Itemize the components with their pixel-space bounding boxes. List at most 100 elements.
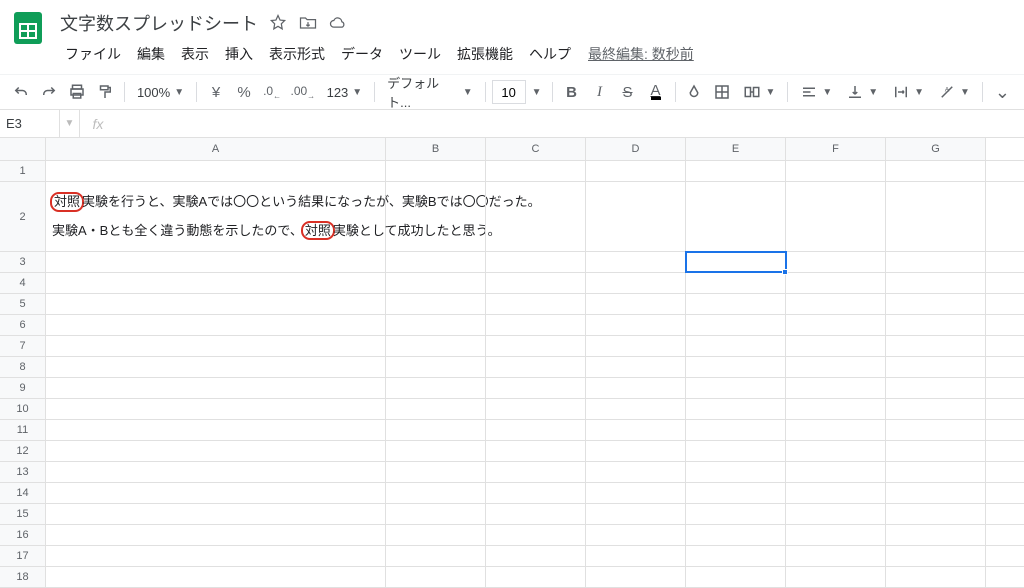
cell-E15[interactable] (686, 504, 786, 524)
doc-title[interactable]: 文字数スプレッドシート (60, 10, 258, 36)
cell-D16[interactable] (586, 525, 686, 545)
row-header-1[interactable]: 1 (0, 161, 46, 181)
cell-E6[interactable] (686, 315, 786, 335)
cell-D13[interactable] (586, 462, 686, 482)
cell-B18[interactable] (386, 567, 486, 587)
cell-G14[interactable] (886, 483, 986, 503)
cell-C11[interactable] (486, 420, 586, 440)
cell-C7[interactable] (486, 336, 586, 356)
cell-B2[interactable] (386, 182, 486, 251)
cell-G7[interactable] (886, 336, 986, 356)
cell-E17[interactable] (686, 546, 786, 566)
select-all-corner[interactable] (0, 138, 46, 160)
spreadsheet-grid[interactable]: A B C D E F G 12対照実験を行うと、実験Aでは〇〇という結果になっ… (0, 138, 1024, 588)
col-header-D[interactable]: D (586, 138, 686, 160)
cell-F3[interactable] (786, 252, 886, 272)
menu-data[interactable]: データ (334, 40, 390, 68)
cell-E9[interactable] (686, 378, 786, 398)
cell-E2[interactable] (686, 182, 786, 251)
col-header-A[interactable]: A (46, 138, 386, 160)
cell-E10[interactable] (686, 399, 786, 419)
cell-B6[interactable] (386, 315, 486, 335)
cell-F18[interactable] (786, 567, 886, 587)
row-header-9[interactable]: 9 (0, 378, 46, 398)
cell-A12[interactable] (46, 441, 386, 461)
last-edit-link[interactable]: 最終編集: 数秒前 (588, 44, 694, 64)
cell-F11[interactable] (786, 420, 886, 440)
row-header-12[interactable]: 12 (0, 441, 46, 461)
cell-E13[interactable] (686, 462, 786, 482)
row-header-14[interactable]: 14 (0, 483, 46, 503)
cell-A1[interactable] (46, 161, 386, 181)
cell-G9[interactable] (886, 378, 986, 398)
cell-D9[interactable] (586, 378, 686, 398)
cell-G10[interactable] (886, 399, 986, 419)
cell-E14[interactable] (686, 483, 786, 503)
cell-D8[interactable] (586, 357, 686, 377)
cell-D5[interactable] (586, 294, 686, 314)
cell-C14[interactable] (486, 483, 586, 503)
row-header-6[interactable]: 6 (0, 315, 46, 335)
font-select[interactable]: デフォルト...▼ (381, 79, 479, 105)
row-header-3[interactable]: 3 (0, 252, 46, 272)
name-box-dropdown-icon[interactable]: ▼ (60, 110, 80, 137)
cell-G6[interactable] (886, 315, 986, 335)
col-header-E[interactable]: E (686, 138, 786, 160)
cell-C10[interactable] (486, 399, 586, 419)
cell-G13[interactable] (886, 462, 986, 482)
cell-A16[interactable] (46, 525, 386, 545)
print-icon[interactable] (64, 79, 90, 105)
cell-E5[interactable] (686, 294, 786, 314)
name-box[interactable]: E3 (0, 110, 60, 137)
cell-D11[interactable] (586, 420, 686, 440)
cell-D3[interactable] (586, 252, 686, 272)
row-header-11[interactable]: 11 (0, 420, 46, 440)
cell-C1[interactable] (486, 161, 586, 181)
sheets-logo[interactable] (8, 8, 48, 48)
menu-help[interactable]: ヘルプ (522, 40, 578, 68)
cell-E8[interactable] (686, 357, 786, 377)
cell-D12[interactable] (586, 441, 686, 461)
row-header-5[interactable]: 5 (0, 294, 46, 314)
cell-C12[interactable] (486, 441, 586, 461)
cell-A11[interactable] (46, 420, 386, 440)
cell-C4[interactable] (486, 273, 586, 293)
cell-F4[interactable] (786, 273, 886, 293)
cell-A3[interactable] (46, 252, 386, 272)
cell-F6[interactable] (786, 315, 886, 335)
cell-B7[interactable] (386, 336, 486, 356)
italic-button[interactable]: I (587, 79, 613, 105)
cell-B5[interactable] (386, 294, 486, 314)
cell-D15[interactable] (586, 504, 686, 524)
cell-C5[interactable] (486, 294, 586, 314)
row-header-2[interactable]: 2 (0, 182, 46, 251)
cell-G2[interactable] (886, 182, 986, 251)
cell-C2[interactable] (486, 182, 586, 251)
cell-C8[interactable] (486, 357, 586, 377)
cell-F10[interactable] (786, 399, 886, 419)
cell-F9[interactable] (786, 378, 886, 398)
cell-G3[interactable] (886, 252, 986, 272)
currency-button[interactable]: ¥ (203, 79, 229, 105)
cell-F7[interactable] (786, 336, 886, 356)
cell-A18[interactable] (46, 567, 386, 587)
cell-B12[interactable] (386, 441, 486, 461)
redo-icon[interactable] (36, 79, 62, 105)
cell-B4[interactable] (386, 273, 486, 293)
col-header-C[interactable]: C (486, 138, 586, 160)
cell-G11[interactable] (886, 420, 986, 440)
increase-decimal-button[interactable]: .00→ (287, 79, 319, 105)
cell-F13[interactable] (786, 462, 886, 482)
cell-A10[interactable] (46, 399, 386, 419)
cell-C15[interactable] (486, 504, 586, 524)
cell-D4[interactable] (586, 273, 686, 293)
cell-D6[interactable] (586, 315, 686, 335)
cell-E7[interactable] (686, 336, 786, 356)
cell-B13[interactable] (386, 462, 486, 482)
cell-E12[interactable] (686, 441, 786, 461)
cell-A7[interactable] (46, 336, 386, 356)
cell-E1[interactable] (686, 161, 786, 181)
formula-input[interactable] (116, 110, 1024, 137)
fill-handle[interactable] (782, 269, 788, 275)
cell-D18[interactable] (586, 567, 686, 587)
